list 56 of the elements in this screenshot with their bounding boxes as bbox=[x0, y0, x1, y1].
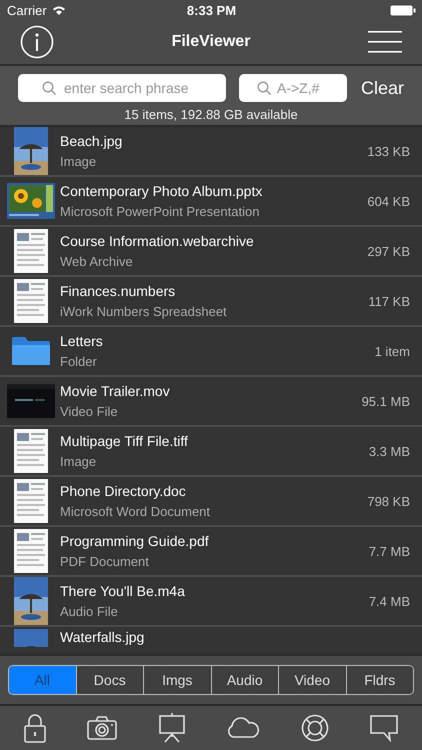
lock-icon[interactable] bbox=[24, 713, 46, 743]
search-field[interactable]: enter search phrase bbox=[18, 74, 226, 102]
file-size: 7.7 MB bbox=[368, 544, 411, 558]
filter-tab[interactable]: Imgs bbox=[143, 666, 210, 694]
folder-icon bbox=[11, 335, 51, 367]
battery-icon bbox=[390, 4, 416, 16]
file-name[interactable]: Finances.numbers bbox=[60, 283, 176, 299]
filter-tab[interactable]: Fldrs bbox=[346, 666, 413, 694]
search-icon bbox=[257, 81, 271, 95]
file-size: 95.1 MB bbox=[362, 394, 411, 408]
file-name[interactable]: Contemporary Photo Album.pptx bbox=[60, 183, 262, 199]
storage-summary: 15 items, 192.88 GB available bbox=[123, 107, 299, 122]
file-name[interactable]: Letters bbox=[60, 333, 103, 349]
file-size: 604 KB bbox=[367, 194, 411, 208]
file-name[interactable]: Course Information.webarchive bbox=[60, 233, 254, 249]
wifi-icon bbox=[52, 5, 66, 15]
file-type: Image bbox=[60, 454, 96, 469]
filter-tab[interactable]: Audio bbox=[210, 666, 278, 694]
file-name[interactable]: Beach.jpg bbox=[60, 133, 122, 149]
file-type: PDF Document bbox=[60, 554, 149, 569]
index-search-field[interactable]: A->Z,# bbox=[239, 74, 347, 102]
file-size: 798 KB bbox=[367, 494, 411, 508]
file-type: Audio File bbox=[60, 604, 118, 619]
file-name[interactable]: Multipage Tiff File.tiff bbox=[60, 433, 188, 449]
clear-button[interactable]: Clear bbox=[357, 78, 408, 98]
file-name[interactable]: Waterfalls.jpg bbox=[60, 629, 144, 645]
file-size: 1 item bbox=[374, 344, 411, 358]
cloud-icon[interactable] bbox=[226, 717, 260, 739]
clock-time: 8:33 PM bbox=[186, 2, 236, 18]
file-size: 7.4 MB bbox=[368, 594, 411, 608]
file-name[interactable]: There You'll Be.m4a bbox=[60, 583, 185, 599]
file-size: 297 KB bbox=[367, 244, 411, 258]
file-type: Folder bbox=[60, 354, 97, 369]
file-name[interactable]: Phone Directory.doc bbox=[60, 483, 186, 499]
easel-icon[interactable] bbox=[158, 713, 186, 743]
file-name[interactable]: Programming Guide.pdf bbox=[60, 533, 209, 549]
camera-icon[interactable] bbox=[86, 716, 117, 740]
file-type: Web Archive bbox=[60, 254, 133, 269]
filter-tab[interactable]: Video bbox=[278, 666, 346, 694]
filter-tab[interactable]: Docs bbox=[76, 666, 143, 694]
search-icon bbox=[42, 81, 56, 95]
info-icon[interactable] bbox=[20, 25, 54, 59]
file-type: Microsoft Word Document bbox=[60, 504, 210, 519]
speech-bubble-icon[interactable] bbox=[370, 714, 398, 742]
menu-icon[interactable] bbox=[368, 30, 402, 54]
file-name[interactable]: Movie Trailer.mov bbox=[60, 383, 170, 399]
app-title: FileViewer bbox=[172, 33, 250, 51]
file-type: Image bbox=[60, 154, 96, 169]
file-size: 3.3 MB bbox=[368, 444, 411, 458]
file-size: 133 KB bbox=[367, 144, 411, 158]
carrier-label: Carrier bbox=[7, 2, 47, 18]
file-size: 117 KB bbox=[368, 294, 411, 308]
file-type: iWork Numbers Spreadsheet bbox=[60, 304, 227, 319]
file-type: Microsoft PowerPoint Presentation bbox=[60, 204, 260, 219]
lifebuoy-icon[interactable] bbox=[301, 714, 330, 742]
file-type: Video File bbox=[60, 404, 118, 419]
